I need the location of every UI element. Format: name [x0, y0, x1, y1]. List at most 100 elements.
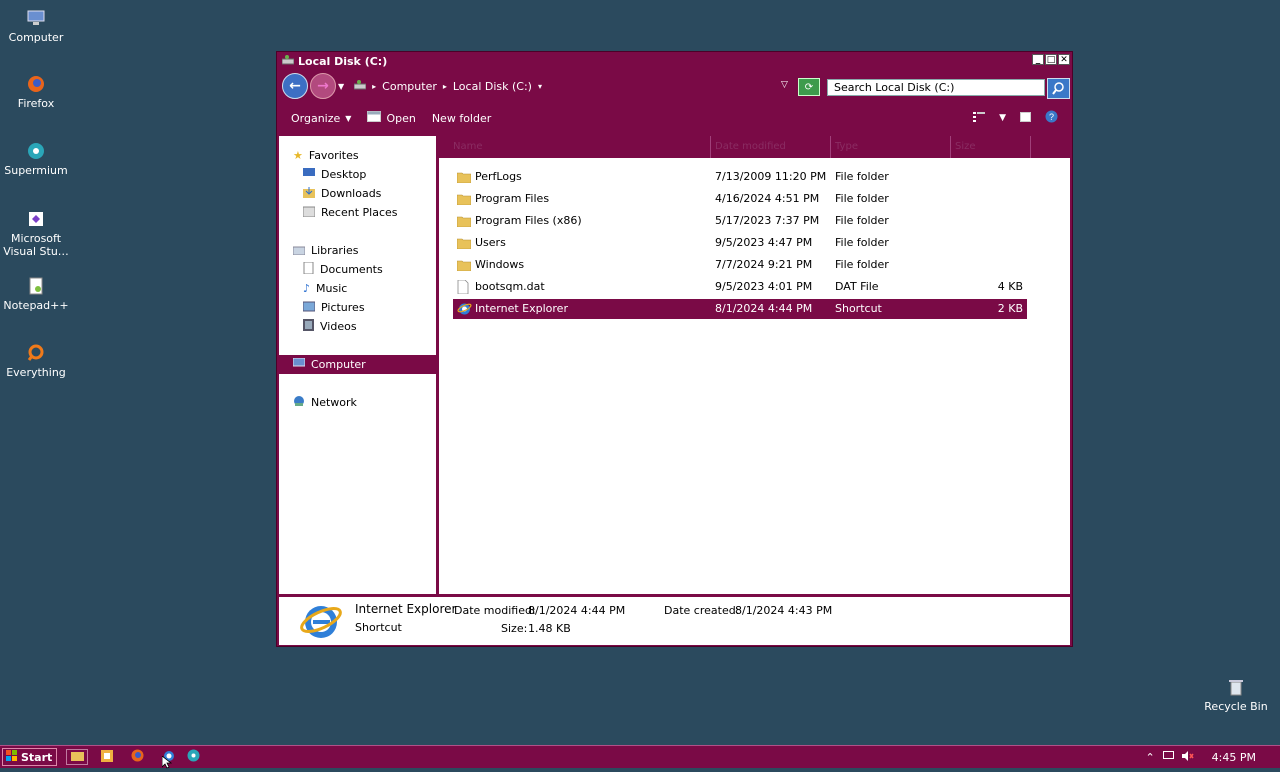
taskbar-explorer-button[interactable] — [66, 749, 88, 765]
nav-network[interactable]: Network — [293, 393, 357, 412]
column-header-date[interactable]: Date modified — [711, 136, 831, 158]
address-dropdown-icon[interactable]: ▽ — [781, 80, 788, 90]
ie-large-icon — [299, 600, 343, 645]
desktop-icon-recycle-bin[interactable]: Recycle Bin — [1199, 677, 1273, 713]
nav-recent-places[interactable]: Recent Places — [302, 203, 398, 222]
network-icon — [293, 395, 305, 410]
breadcrumb-computer[interactable]: Computer — [382, 80, 437, 93]
nav-computer[interactable]: Computer — [279, 355, 436, 374]
refresh-button[interactable]: ⟳ — [798, 78, 820, 96]
file-date-modified: 5/17/2023 7:37 PM — [715, 214, 820, 227]
nav-music[interactable]: ♪ Music — [303, 279, 347, 298]
file-row[interactable]: bootsqm.dat 9/5/2023 4:01 PM DAT File 4 KB — [453, 277, 1027, 297]
column-header-type[interactable]: Type — [831, 136, 951, 158]
details-name: Internet Explorer — [355, 602, 457, 616]
file-row[interactable]: Internet Explorer 8/1/2024 4:44 PM Shortcu… — [453, 299, 1027, 319]
file-date-modified: 7/7/2024 9:21 PM — [715, 258, 813, 271]
star-icon: ★ — [293, 149, 303, 162]
chevron-right-icon[interactable]: ▸ — [372, 82, 376, 91]
desktop-icon-supermium[interactable]: Supermium — [0, 141, 73, 177]
volume-muted-icon[interactable] — [1181, 750, 1194, 764]
chevron-right-icon[interactable]: ▸ — [443, 82, 447, 91]
forward-button[interactable]: → — [310, 73, 336, 99]
nav-documents[interactable]: Documents — [303, 260, 383, 279]
system-tray: ⌃ 4:45 PM — [1145, 746, 1280, 768]
file-list: Name Date modified Type Size PerfLogs 7/1… — [439, 136, 1070, 594]
view-options-icon[interactable] — [973, 111, 986, 125]
taskbar-firefox-button[interactable] — [128, 749, 146, 765]
column-header-name[interactable]: Name — [439, 136, 711, 158]
close-button[interactable]: ✕ — [1058, 54, 1070, 65]
nav-downloads[interactable]: Downloads — [303, 184, 381, 203]
chevron-down-icon[interactable]: ▼ — [999, 113, 1006, 123]
nav-desktop[interactable]: Desktop — [303, 165, 366, 184]
new-folder-button[interactable]: New folder — [432, 112, 491, 125]
search-input[interactable]: Search Local Disk (C:) — [827, 79, 1045, 96]
file-type: File folder — [835, 236, 889, 249]
title-bar[interactable]: Local Disk (C:) _ □ ✕ — [277, 52, 1072, 70]
firefox-icon — [131, 749, 144, 765]
desktop-icon-firefox[interactable]: Firefox — [0, 74, 73, 110]
taskbar-media-button[interactable] — [98, 749, 116, 765]
nav-pictures[interactable]: Pictures — [302, 298, 365, 317]
nav-label: Downloads — [321, 187, 382, 200]
nav-label: Videos — [320, 320, 357, 333]
file-name: PerfLogs — [475, 170, 522, 183]
nav-label: Computer — [311, 358, 366, 371]
nav-label: Music — [316, 282, 348, 295]
file-row[interactable]: Users 9/5/2023 4:47 PM File folder — [453, 233, 1027, 253]
details-date-created-label: Date created: — [664, 604, 740, 617]
search-button[interactable] — [1047, 78, 1070, 99]
column-header-size[interactable]: Size — [951, 136, 1031, 158]
file-row[interactable]: Program Files 4/16/2024 4:51 PM File folde… — [453, 189, 1027, 209]
desktop-icon-visual-studio[interactable]: Microsoft Visual Stu… — [0, 209, 73, 258]
file-row[interactable]: PerfLogs 7/13/2009 11:20 PM File folder — [453, 167, 1027, 187]
desktop-icon-computer[interactable]: Computer — [0, 8, 73, 44]
desktop-icon-label: Notepad++ — [3, 299, 69, 312]
file-size: 2 KB — [997, 302, 1023, 315]
desktop-icon-notepadpp[interactable]: Notepad++ — [0, 276, 73, 312]
file-row[interactable]: Windows 7/7/2024 9:21 PM File folder — [453, 255, 1027, 275]
desktop-icon-label: Microsoft Visual Stu… — [3, 232, 69, 258]
window-title: Local Disk (C:) — [298, 54, 388, 68]
file-name: Program Files — [475, 192, 550, 205]
supermium-icon — [26, 141, 46, 161]
minimize-button[interactable]: _ — [1032, 54, 1044, 65]
column-headers: Name Date modified Type Size — [439, 136, 1070, 158]
nav-label: Pictures — [321, 301, 365, 314]
show-hidden-icons-icon[interactable]: ⌃ — [1145, 751, 1154, 764]
file-row[interactable]: Program Files (x86) 5/17/2023 7:37 PM File… — [453, 211, 1027, 231]
desktop-icon-label: Everything — [6, 366, 66, 379]
drive-icon — [281, 54, 295, 68]
desktop-icon-everything[interactable]: Everything — [0, 343, 73, 379]
history-dropdown-icon[interactable]: ▼ — [338, 82, 344, 91]
network-status-icon[interactable] — [1162, 750, 1174, 764]
pictures-icon — [302, 301, 316, 315]
file-name: Internet Explorer — [475, 302, 568, 315]
mouse-cursor-icon — [161, 755, 173, 772]
folder-icon — [456, 189, 472, 209]
file-name: Windows — [475, 258, 525, 271]
drive-icon — [353, 79, 367, 93]
help-icon[interactable]: ? — [1045, 110, 1058, 126]
open-button[interactable]: Open — [367, 111, 416, 125]
nav-favorites[interactable]: ★ Favorites — [293, 146, 359, 165]
back-button[interactable]: ← — [282, 73, 308, 99]
chevron-down-icon: ▼ — [345, 113, 352, 123]
start-button[interactable]: Start — [2, 748, 57, 766]
file-date-modified: 8/1/2024 4:44 PM — [715, 302, 813, 315]
nav-videos[interactable]: Videos — [303, 317, 357, 336]
chevron-down-icon[interactable]: ▾ — [538, 82, 542, 91]
computer-icon — [26, 8, 46, 28]
breadcrumb-local-disk[interactable]: Local Disk (C:) — [453, 80, 532, 93]
desktop-icon-label: Supermium — [4, 164, 68, 177]
details-size-label: Size: — [501, 622, 528, 635]
preview-pane-icon[interactable] — [1020, 111, 1031, 125]
taskbar-supermium-button[interactable] — [184, 749, 202, 765]
nav-label: Favorites — [308, 149, 359, 162]
file-size: 4 KB — [997, 280, 1023, 293]
organize-button[interactable]: Organize ▼ — [291, 112, 351, 125]
nav-libraries[interactable]: Libraries — [292, 241, 359, 260]
clock[interactable]: 4:45 PM — [1212, 751, 1256, 764]
maximize-button[interactable]: □ — [1045, 54, 1057, 65]
